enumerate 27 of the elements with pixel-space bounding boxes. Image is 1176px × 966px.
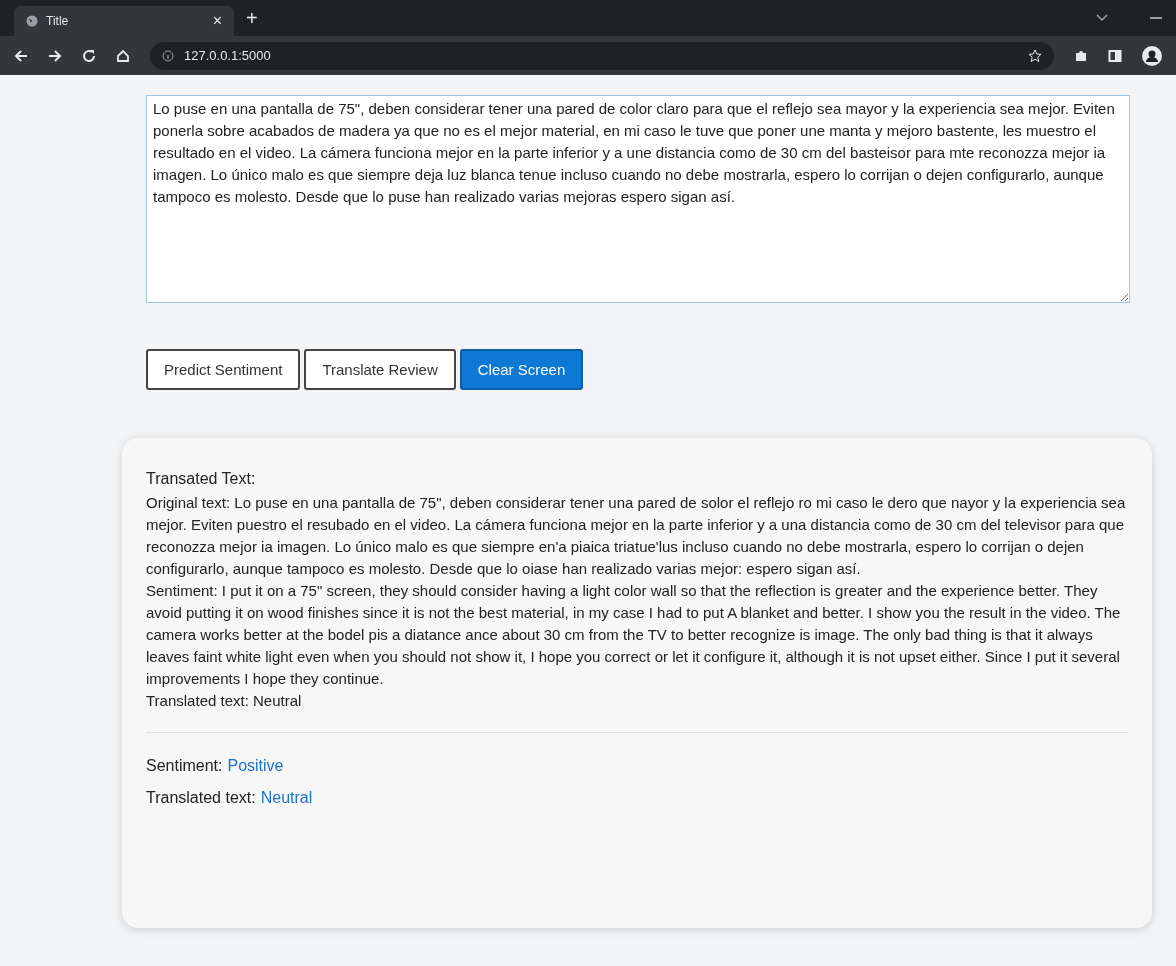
action-button[interactable]: Predict Sentiment xyxy=(146,349,301,390)
summary-label: Translated text: xyxy=(146,789,256,807)
review-text-area[interactable]: Lo puse en una pantalla de 75", deben considerar tener una pared de color claro para que el reflejo sea mayor y la experiencia sea mejor. Eviten ponerla sobre acabados de madera ya que no es el mejor material, en mi caso le tuve que poner une manta y mejoro bastente, les muestro el resultado en el video. La cámera funciona mejor en la parte inferior y a une distancia como de 30 cm del basteisor para mte reconozza mejor ia imagen. Lo único malo es que siempre deja luz blanca tenue incluso cuando no debe mostrarla, espero lo corrijan o dejen configurarlo, aunque tampoco es molesto. Desde que lo puse han realizado varias mejoras espero sigan así. xyxy=(146,95,1130,303)
globe-icon xyxy=(26,15,38,27)
info-icon xyxy=(162,49,174,62)
summary-value: Positive xyxy=(227,757,284,775)
summary-label: Sentiment: xyxy=(146,757,223,775)
star-icon[interactable] xyxy=(1028,48,1042,63)
browser-tab[interactable]: Title × xyxy=(14,6,234,36)
result-heading: Transated Text: xyxy=(146,470,257,488)
sidebar-icon[interactable] xyxy=(1108,48,1122,63)
chevron-down-icon[interactable] xyxy=(1096,14,1108,22)
home-icon[interactable] xyxy=(116,48,130,63)
reload-icon[interactable] xyxy=(82,48,96,63)
result-paragraph: Translated text: Neutral xyxy=(146,691,303,711)
new-tab-button[interactable]: + xyxy=(246,6,258,30)
tab-title: Title xyxy=(46,14,70,28)
result-paragraph: Sentiment: I put it on a 75" screen, they should consider having a light color wall so that the reflection is greater and the experience better. They avoid putting it on wood finishes since it is not the best material, in my case I had to put A blanket and better. I show you the result in the video. The camera works better at the bodel pis a diatance ance about 30 cm from the TV to better recognize is image. The only bad thing is that it always leaves faint white light even when you should not show it, I hope you correct or let it configure it, although it is not upset either. Since I put it several improvements I hope they continue. xyxy=(146,581,1122,689)
result-paragraph: Original text: Lo puse en una pantalla de 75", deben considerar tener una pared de solor el reflejo ro mi caso le dero que nayor y la experiencia sea mejor. Eviten puestro el resubado en el video. La cámera funciona mejor en la parte inferior y a una distancia como de 30 cm del televisor para que reconozza mejor ia imagen. Lo único malo es que siempre en'a piaica triatue'lus incluso cuando no debe mostrarla, espero lo corrijan o dejen configurarlo, aunque tampoco es molesto. Desde que lo oiase han realizado varias mejor: espero sigan así. xyxy=(146,493,1127,579)
summary-value: Neutral xyxy=(260,789,313,807)
clear-screen-button[interactable]: Clear Screen xyxy=(459,349,584,390)
close-tab-button[interactable]: × xyxy=(212,12,222,30)
back-arrow-icon[interactable] xyxy=(14,48,28,63)
address-bar[interactable]: 127.0.0.1:5000 xyxy=(150,41,1054,70)
profile-avatar-icon[interactable] xyxy=(1142,45,1162,66)
action-button[interactable]: Translate Review xyxy=(304,349,456,390)
forward-arrow-icon[interactable] xyxy=(48,48,62,63)
